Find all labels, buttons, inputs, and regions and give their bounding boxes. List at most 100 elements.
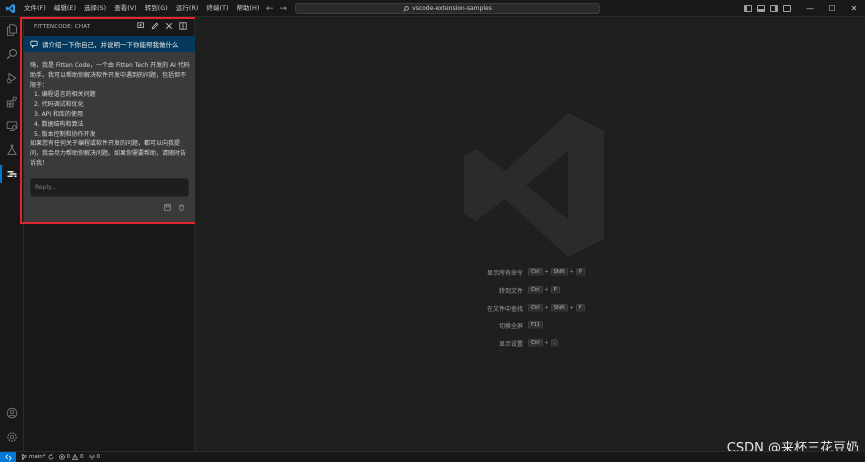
ports-count: 0 [96, 454, 101, 460]
key: F11 [528, 321, 543, 329]
key: Ctrl [528, 268, 543, 276]
key: Shift [550, 268, 568, 276]
split-view-icon[interactable] [179, 21, 187, 30]
list-item: 5. 版本控制和协作开发 [34, 130, 96, 138]
git-branch-name: main* [29, 454, 46, 460]
shortcut-keys: Ctrl + , [528, 339, 559, 347]
list-item: 2. 代码调试和优化 [34, 101, 84, 109]
chat-bubble-icon [30, 40, 38, 48]
problems-status[interactable]: 0 0 [58, 454, 84, 460]
vscode-watermark-logo-icon [464, 113, 604, 257]
forward-arrow-icon[interactable]: → [280, 4, 288, 14]
key: P [575, 268, 585, 276]
shortcut-keys: Ctrl + P [528, 286, 560, 294]
toggle-panel-icon[interactable] [757, 5, 765, 12]
menu-bar: 文件(F) 编辑(E) 选择(S) 查看(V) 转到(G) 运行(R) 终端(T… [20, 0, 263, 17]
key: Ctrl [528, 339, 543, 347]
save-icon[interactable] [163, 203, 171, 211]
shortcut-find-in-files: 在文件中查找 Ctrl + Shift + F [475, 303, 585, 313]
shortcut-keys: Ctrl + Shift + P [528, 268, 585, 276]
tools-icon[interactable] [165, 21, 173, 30]
user-message-text: 请介绍一下你自己，并说明一下你能帮我做什么 [42, 41, 179, 49]
command-center-search[interactable]: vscode-extension-samples [295, 3, 600, 14]
shortcut-keys: Ctrl + Shift + F [528, 304, 585, 312]
error-count: 0 [66, 454, 71, 460]
assistant-reply-text: 嗨，我是 Fitten Code，一个由 Fitten Tech 开发的 AI … [30, 61, 190, 169]
remote-indicator-button[interactable] [0, 451, 16, 462]
shortcut-toggle-fullscreen: 切换全屏 F11 [475, 320, 543, 330]
remote-explorer-icon[interactable] [5, 119, 19, 133]
menu-selection[interactable]: 选择(S) [80, 0, 110, 17]
ports-status[interactable]: 0 [89, 454, 101, 460]
settings-gear-icon[interactable] [5, 430, 19, 444]
user-message: 请介绍一下你自己，并说明一下你能帮我做什么 [24, 36, 195, 52]
list-item: 4. 数据结构和算法 [34, 120, 84, 128]
error-icon [58, 454, 65, 460]
menu-go[interactable]: 转到(G) [141, 0, 172, 17]
status-bar: main* 0 0 0 [0, 451, 865, 462]
fittencode-icon[interactable] [5, 167, 19, 181]
customize-layout-icon[interactable] [783, 5, 791, 12]
warning-icon [72, 454, 78, 460]
list-item: 1. 编程语言的相关问题 [34, 91, 96, 99]
key: Shift [550, 304, 568, 312]
trash-icon[interactable] [177, 203, 185, 211]
navigation-arrows: ← → [266, 0, 287, 17]
menu-terminal[interactable]: 终端(T) [202, 0, 232, 17]
git-branch-icon [21, 454, 27, 460]
menu-view[interactable]: 查看(V) [110, 0, 141, 17]
search-icon[interactable] [5, 47, 19, 61]
shortcut-label: 转到文件 [498, 287, 523, 295]
warning-count: 0 [80, 454, 84, 460]
toggle-primary-sidebar-icon[interactable] [744, 5, 752, 12]
title-bar: 文件(F) 编辑(E) 选择(S) 查看(V) 转到(G) 运行(R) 终端(T… [0, 0, 865, 17]
chat-panel-header: FITTENCODE: CHAT [24, 19, 195, 34]
edit-pencil-icon[interactable] [151, 21, 159, 30]
toggle-secondary-sidebar-icon[interactable] [770, 5, 778, 12]
sync-icon[interactable] [48, 454, 54, 460]
minimize-button[interactable]: — [799, 0, 821, 17]
menu-run[interactable]: 运行(R) [172, 0, 203, 17]
remote-icon [4, 453, 12, 461]
extensions-icon[interactable] [5, 95, 19, 109]
reply-list: 1. 编程语言的相关问题 2. 代码调试和优化 3. API 和库的使用 4. … [30, 90, 190, 139]
chat-panel-title: FITTENCODE: CHAT [34, 23, 91, 30]
reply-outro: 如果您有任何关于编程或软件开发的问题，都可以向我提问，我会尽力帮助你解决问题。如… [30, 140, 187, 167]
command-center-label: vscode-extension-samples [412, 5, 492, 12]
testing-icon[interactable] [5, 143, 19, 157]
chat-header-actions [137, 21, 187, 30]
menu-file[interactable]: 文件(F) [20, 0, 50, 17]
shortcut-label: 切换全屏 [498, 322, 523, 330]
active-view-indicator [0, 165, 2, 183]
account-icon[interactable] [5, 406, 19, 420]
key: , [550, 339, 559, 347]
run-debug-icon[interactable] [5, 71, 19, 85]
new-chat-icon[interactable] [137, 21, 145, 30]
key: F [575, 304, 585, 312]
shortcut-label: 显示所有命令 [486, 269, 523, 277]
list-item: 3. API 和库的使用 [34, 110, 84, 118]
window-controls: — ☐ ✕ [799, 0, 865, 17]
shortcut-label: 显示设置 [498, 340, 523, 348]
key: P [550, 286, 560, 294]
menu-help[interactable]: 帮助(H) [232, 0, 263, 17]
key: Ctrl [528, 304, 543, 312]
git-branch-status[interactable]: main* [21, 454, 54, 460]
shortcut-keys: F11 [528, 321, 543, 329]
menu-edit[interactable]: 编辑(E) [50, 0, 80, 17]
shortcut-label: 在文件中查找 [486, 305, 523, 313]
reply-input[interactable] [30, 178, 189, 197]
activity-bar [0, 17, 24, 451]
maximize-button[interactable]: ☐ [821, 0, 843, 17]
key: Ctrl [528, 286, 543, 294]
layout-controls [744, 0, 791, 17]
shortcut-show-all-commands: 显示所有命令 Ctrl + Shift + P [475, 267, 585, 277]
chat-input-actions [163, 203, 185, 211]
ports-antenna-icon [89, 454, 94, 460]
files-icon[interactable] [5, 23, 19, 37]
back-arrow-icon[interactable]: ← [266, 4, 274, 14]
search-icon [403, 5, 409, 12]
close-button[interactable]: ✕ [843, 0, 865, 17]
reply-intro: 嗨，我是 Fitten Code，一个由 Fitten Tech 开发的 AI … [30, 62, 190, 89]
shortcut-show-settings: 显示设置 Ctrl + , [475, 338, 559, 348]
